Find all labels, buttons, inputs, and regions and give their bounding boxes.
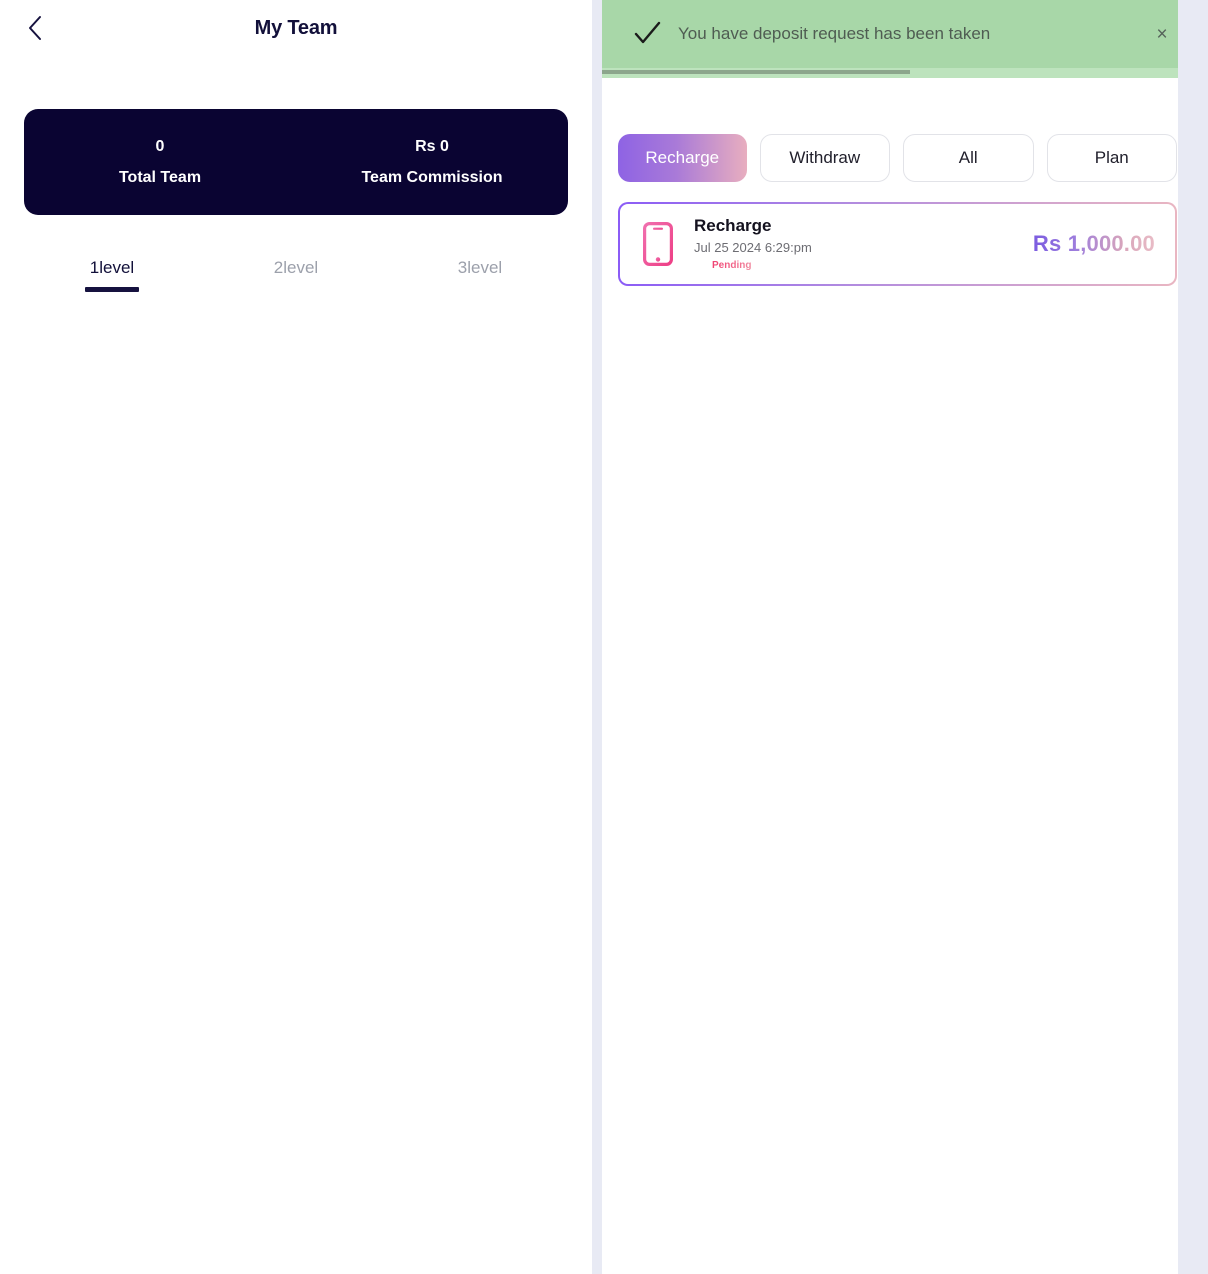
filter-withdraw[interactable]: Withdraw — [759, 134, 890, 182]
transaction-date: Jul 25 2024 6:29:pm — [694, 239, 812, 255]
tab-3level-label: 3level — [457, 258, 503, 277]
filter-all[interactable]: All — [903, 134, 1034, 182]
my-team-header: My Team — [0, 0, 592, 56]
tab-2level-label: 2level — [273, 258, 319, 277]
team-stats-card: 0 Total Team Rs 0 Team Commission — [24, 109, 568, 215]
team-commission-label: Team Commission — [361, 168, 503, 186]
transaction-name: Recharge — [694, 215, 772, 235]
filter-withdraw-label: Withdraw — [789, 148, 861, 167]
tab-3level[interactable]: 3level — [388, 258, 572, 292]
app-root: My Team 0 Total Team Rs 0 Team Commissio… — [0, 0, 1208, 1274]
stat-total-team: 0 Total Team — [24, 137, 296, 186]
filter-plan-label: Plan — [1094, 148, 1129, 167]
transaction-amount: Rs 1,000.00 — [1032, 231, 1155, 256]
chevron-left-icon — [27, 15, 43, 41]
tab-1level[interactable]: 1level — [20, 258, 204, 292]
team-commission-value: Rs 0 — [415, 138, 449, 156]
my-team-panel: My Team 0 Total Team Rs 0 Team Commissio… — [0, 0, 592, 1274]
toast-message: You have deposit request has been taken — [678, 23, 991, 43]
close-icon[interactable]: × — [1149, 21, 1175, 47]
check-icon — [630, 17, 664, 51]
filter-recharge[interactable]: Recharge — [618, 134, 747, 182]
level-tabs: 1level 2level 3level — [0, 258, 592, 292]
transaction-row-inner: Recharge Jul 25 2024 6:29:pm Pending Rs … — [620, 204, 1175, 284]
toast-progress-fill — [602, 70, 911, 74]
mobile-phone-icon — [636, 219, 680, 269]
toast-progress-bar — [602, 68, 1193, 78]
tab-2level[interactable]: 2level — [204, 258, 388, 292]
filter-plan[interactable]: Plan — [1046, 134, 1177, 182]
total-team-label: Total Team — [118, 168, 202, 186]
total-team-value: 0 — [155, 138, 165, 156]
my-bill-panel: My Bill You have deposit request has bee… — [602, 0, 1193, 1274]
success-toast: You have deposit request has been taken … — [602, 0, 1193, 68]
bill-filter-row: Recharge Withdraw All Plan — [602, 134, 1193, 182]
back-button[interactable] — [18, 11, 52, 45]
status-badge: Pending — [712, 260, 752, 272]
stat-team-commission: Rs 0 Team Commission — [296, 137, 568, 186]
filter-all-label: All — [958, 148, 978, 167]
page-title: My Team — [254, 16, 338, 39]
transaction-details: Recharge Jul 25 2024 6:29:pm Pending — [680, 215, 1033, 274]
transaction-list: Recharge Jul 25 2024 6:29:pm Pending Rs … — [602, 202, 1193, 286]
filter-recharge-label: Recharge — [645, 148, 720, 167]
tab-1level-label: 1level — [89, 258, 135, 277]
scrollbar-track[interactable] — [1178, 0, 1193, 1274]
transaction-row[interactable]: Recharge Jul 25 2024 6:29:pm Pending Rs … — [618, 202, 1177, 286]
panel-divider — [592, 0, 602, 1274]
